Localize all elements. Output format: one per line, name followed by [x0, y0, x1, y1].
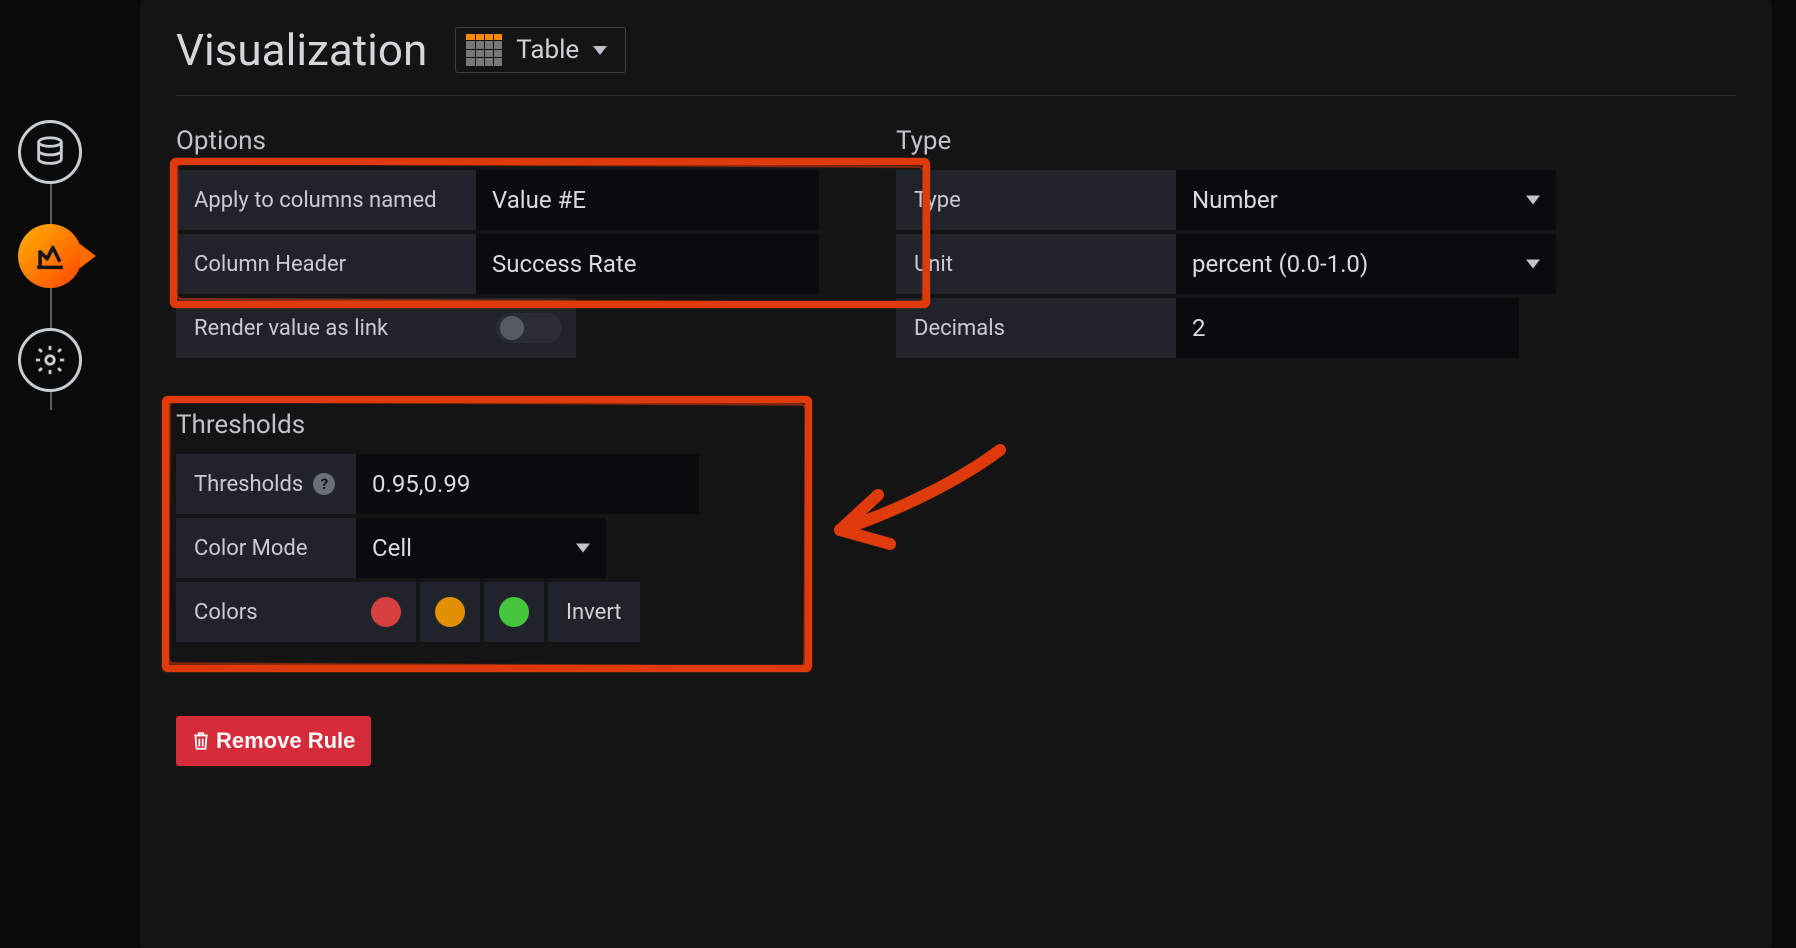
colormode-row: Color Mode Cell	[176, 518, 696, 578]
thresholds-label: Thresholds ?	[176, 454, 356, 514]
panel-title: Visualization	[176, 24, 427, 76]
render-link-label: Render value as link	[176, 298, 476, 358]
thresholds-label-text: Thresholds	[194, 472, 303, 497]
unit-select[interactable]: percent (0.0-1.0)	[1176, 234, 1556, 294]
type-label: Type	[896, 170, 1176, 230]
unit-row: Unit percent (0.0-1.0)	[896, 234, 1556, 294]
colors-row: Colors Invert	[176, 582, 696, 642]
type-column: Type Type Number Unit percent (0.0-1.0)	[896, 126, 1556, 766]
side-rail	[0, 0, 100, 948]
thresholds-section-label: Thresholds	[176, 410, 696, 440]
toggle-knob	[500, 316, 524, 340]
decimals-label: Decimals	[896, 298, 1176, 358]
render-link-toggle[interactable]	[496, 313, 562, 343]
invert-button[interactable]: Invert	[548, 582, 640, 642]
column-header-label: Column Header	[176, 234, 476, 294]
type-row: Type Number	[896, 170, 1556, 230]
options-section-label: Options	[176, 126, 816, 156]
color-swatch-2[interactable]	[420, 582, 480, 642]
rail-datasource-button[interactable]	[18, 120, 82, 184]
visualization-picker[interactable]: Table	[455, 27, 626, 73]
thresholds-input[interactable]	[356, 454, 699, 514]
color-swatch-1[interactable]	[356, 582, 416, 642]
visualization-picker-label: Table	[516, 35, 579, 65]
thresholds-row: Thresholds ?	[176, 454, 696, 514]
panel-header: Visualization Table	[176, 24, 1736, 76]
color-red-icon	[371, 597, 401, 627]
apply-columns-row: Apply to columns named	[176, 170, 816, 230]
remove-rule-button[interactable]: Remove Rule	[176, 716, 371, 766]
rail-settings-button[interactable]	[18, 328, 82, 392]
color-swatch-3[interactable]	[484, 582, 544, 642]
colormode-label: Color Mode	[176, 518, 356, 578]
chart-icon	[33, 239, 67, 273]
editor-panel: Visualization Table Options Apply to col…	[140, 0, 1772, 948]
decimals-row: Decimals	[896, 298, 1556, 358]
render-link-row: Render value as link	[176, 298, 816, 358]
help-icon[interactable]: ?	[313, 473, 335, 495]
database-icon	[33, 135, 67, 169]
color-green-icon	[499, 597, 529, 627]
thresholds-section: Thresholds Thresholds ? Color Mode Cell	[176, 410, 696, 642]
type-select[interactable]: Number	[1176, 170, 1556, 230]
apply-columns-input[interactable]	[476, 170, 819, 230]
remove-rule-label: Remove Rule	[216, 728, 355, 754]
rail-visualization-button[interactable]	[18, 224, 82, 288]
column-header-input[interactable]	[476, 234, 819, 294]
colormode-select[interactable]: Cell	[356, 518, 606, 578]
options-column: Options Apply to columns named Column He…	[176, 126, 816, 766]
colors-label: Colors	[176, 582, 356, 642]
unit-label: Unit	[896, 234, 1176, 294]
color-orange-icon	[435, 597, 465, 627]
trash-icon	[192, 731, 210, 751]
column-header-row: Column Header	[176, 234, 816, 294]
gear-icon	[33, 343, 67, 377]
chevron-down-icon	[593, 46, 607, 55]
decimals-input[interactable]	[1176, 298, 1519, 358]
type-section-label: Type	[896, 126, 1556, 156]
table-icon	[466, 34, 502, 66]
apply-columns-label: Apply to columns named	[176, 170, 476, 230]
